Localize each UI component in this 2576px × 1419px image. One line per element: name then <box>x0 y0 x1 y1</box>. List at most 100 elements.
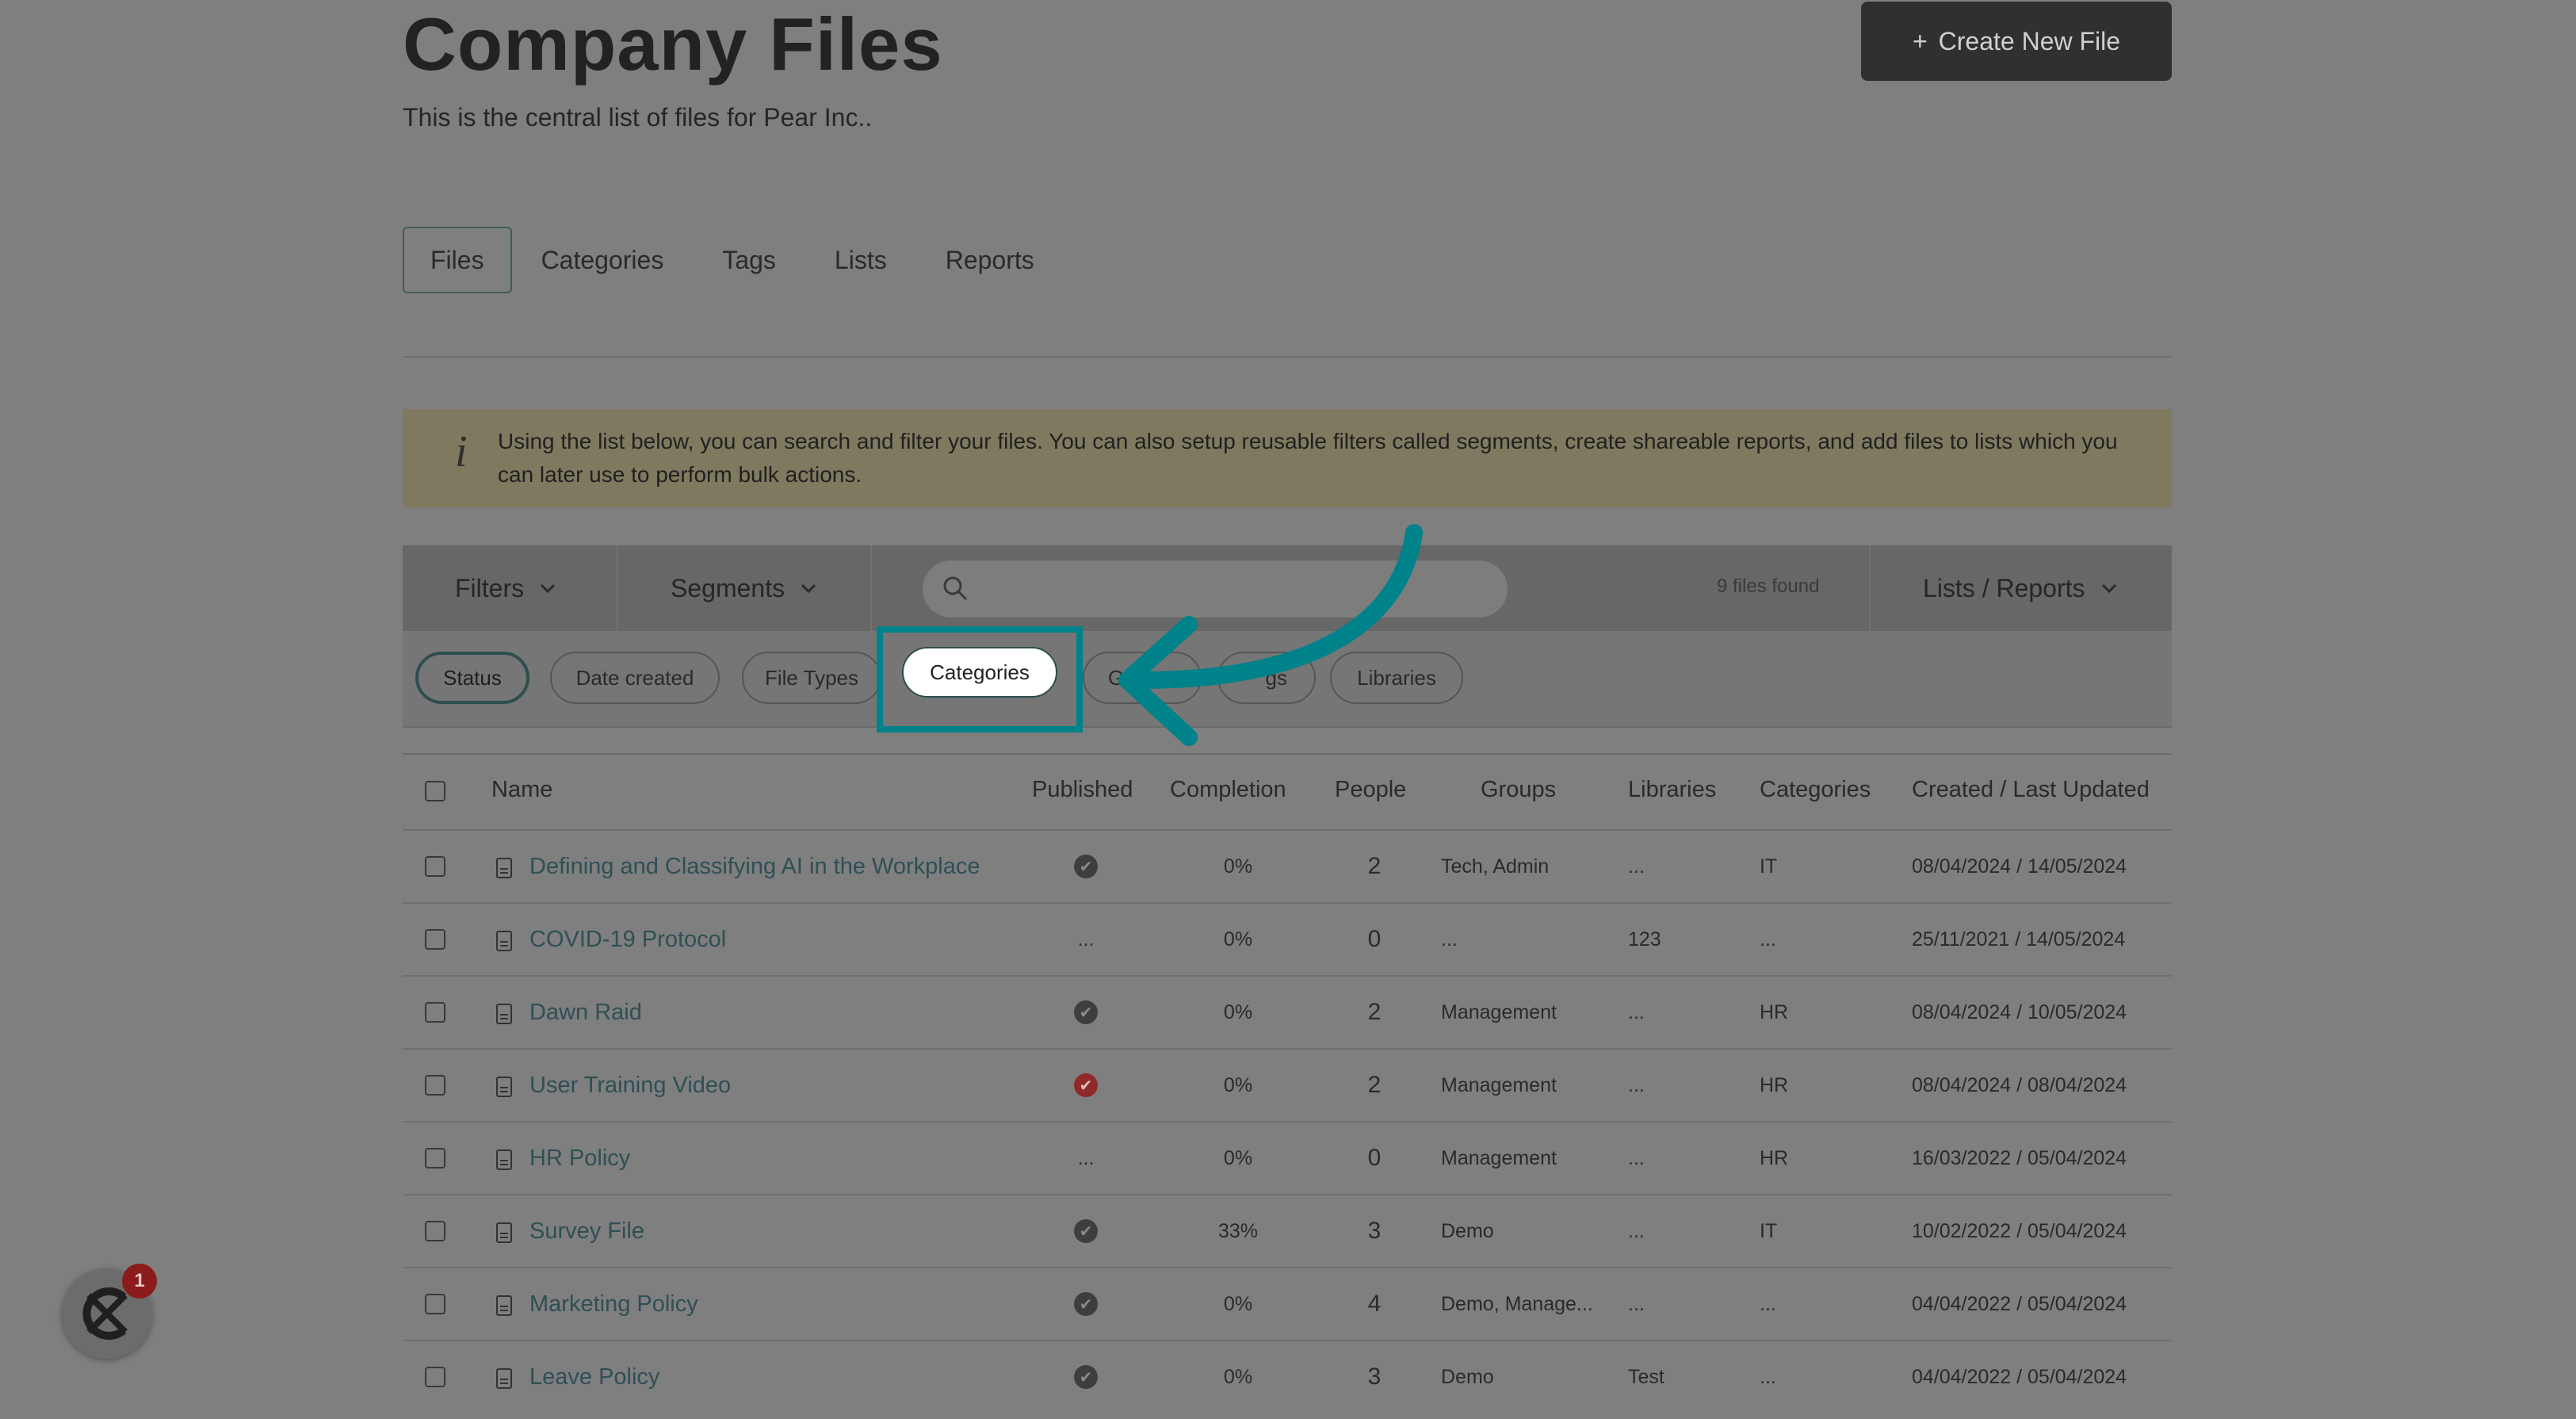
groups-value: ... <box>1441 928 1458 950</box>
completion-value: 0% <box>1223 928 1253 950</box>
completion-value: 0% <box>1223 1292 1253 1315</box>
file-icon <box>496 858 512 878</box>
people-count: 0 <box>1367 926 1382 952</box>
row-checkbox[interactable] <box>425 929 445 950</box>
categories-value: ... <box>1760 1365 1776 1388</box>
tab-bar: Files Categories Tags Lists Reports <box>403 227 1064 293</box>
published-value: ... <box>1077 1146 1095 1169</box>
file-name-link[interactable]: Defining and Classifying AI in the Workp… <box>529 831 980 902</box>
row-checkbox[interactable] <box>425 1075 445 1096</box>
categories-value: ... <box>1760 1292 1776 1315</box>
tab-categories[interactable]: Categories <box>512 227 694 293</box>
column-header-created-updated[interactable]: Created / Last Updated <box>1912 777 2150 803</box>
tab-lists[interactable]: Lists <box>805 227 916 293</box>
people-count: 0 <box>1367 1145 1382 1171</box>
segments-dropdown[interactable]: Segments <box>671 545 818 631</box>
row-checkbox[interactable] <box>425 1148 445 1168</box>
completion-value: 33% <box>1217 1219 1259 1242</box>
completion-value: 0% <box>1223 1000 1253 1023</box>
published-check-icon: ✔ <box>1074 855 1098 878</box>
chevron-down-icon <box>2101 583 2116 594</box>
file-name-link[interactable]: COVID-19 Protocol <box>529 904 726 975</box>
tab-files[interactable]: Files <box>403 227 512 293</box>
dates-value: 25/11/2021 / 14/05/2024 <box>1912 928 2126 950</box>
column-header-groups[interactable]: Groups <box>1481 777 1556 803</box>
files-found-count: 9 files found <box>1717 576 1820 597</box>
table-row[interactable]: Leave Policy ✔ 0% 3 Demo Test... 04/04/2022 / … <box>403 1340 2172 1413</box>
table-row[interactable]: HR Policy... 0% 0 Management... HR 16/03/2022… <box>403 1121 2172 1194</box>
published-check-icon: ✔ <box>1074 1365 1098 1389</box>
info-banner: i Using the list below, you can search a… <box>403 409 2172 507</box>
info-icon: i <box>455 427 468 476</box>
published-check-icon: ✔ <box>1074 1219 1098 1243</box>
dates-value: 08/04/2024 / 14/05/2024 <box>1912 855 2127 878</box>
file-name-link[interactable]: Dawn Raid <box>529 977 642 1048</box>
groups-value: Demo <box>1441 1365 1494 1388</box>
published-check-icon: ✔ <box>1074 1073 1098 1097</box>
chip-date-created[interactable]: Date created <box>550 652 720 704</box>
file-name-link[interactable]: User Training Video <box>529 1050 731 1121</box>
notification-badge: 1 <box>122 1264 157 1299</box>
column-header-published[interactable]: Published <box>1032 777 1133 803</box>
file-name-link[interactable]: Marketing Policy <box>529 1268 698 1340</box>
published-value: ... <box>1077 928 1095 950</box>
tab-reports[interactable]: Reports <box>916 227 1064 293</box>
filters-dropdown[interactable]: Filters <box>455 545 557 631</box>
libraries-value: Test <box>1628 1365 1664 1388</box>
lists-reports-label: Lists / Reports <box>1923 573 2085 602</box>
published-cell: ✔ <box>1067 1341 1105 1413</box>
file-name-link[interactable]: HR Policy <box>529 1123 630 1194</box>
published-cell: ✔ <box>1067 1050 1105 1121</box>
create-new-file-label: Create New File <box>1938 26 2121 55</box>
chip-status[interactable]: Status <box>415 652 529 704</box>
table-row[interactable]: Marketing Policy ✔ 0% 4 Demo, Manage........… <box>403 1267 2172 1340</box>
libraries-value: 123 <box>1628 928 1661 950</box>
dates-value: 10/02/2022 / 05/04/2024 <box>1912 1219 2127 1242</box>
people-count: 2 <box>1367 1072 1382 1098</box>
completion-value: 0% <box>1223 1365 1253 1388</box>
create-new-file-button[interactable]: + Create New File <box>1861 2 2172 81</box>
row-checkbox[interactable] <box>425 1002 445 1023</box>
dates-value: 04/04/2022 / 05/04/2024 <box>1912 1292 2127 1315</box>
column-header-categories[interactable]: Categories <box>1760 777 1871 803</box>
table-row[interactable]: COVID-19 Protocol... 0% 0... 123... 25/11/20… <box>403 902 2172 975</box>
column-header-completion[interactable]: Completion <box>1170 777 1286 803</box>
categories-value: HR <box>1760 1073 1789 1096</box>
table-row[interactable]: Defining and Classifying AI in the Workp… <box>403 829 2172 902</box>
segments-label: Segments <box>671 573 785 602</box>
highlight-box: Categories <box>877 626 1083 732</box>
libraries-value: ... <box>1628 1146 1645 1169</box>
completion-value: 0% <box>1223 1146 1253 1169</box>
table-row[interactable]: Survey File ✔ 33% 3 Demo... IT 10/02/2022 / 05… <box>403 1194 2172 1267</box>
published-cell: ✔ <box>1067 977 1105 1048</box>
people-count: 3 <box>1367 1218 1382 1244</box>
select-all-checkbox[interactable] <box>425 781 445 801</box>
column-header-people[interactable]: People <box>1335 777 1406 803</box>
toolbar-separator <box>617 545 618 631</box>
row-checkbox[interactable] <box>425 1294 445 1314</box>
column-header-name[interactable]: Name <box>491 777 552 803</box>
chip-file-types[interactable]: File Types <box>742 652 881 704</box>
annotation-arrow <box>1118 524 1423 746</box>
file-name-link[interactable]: Survey File <box>529 1195 644 1267</box>
table-row[interactable]: Dawn Raid ✔ 0% 2 Management... HR 08/04/2024 /… <box>403 975 2172 1048</box>
row-checkbox[interactable] <box>425 856 445 877</box>
chip-categories[interactable]: Categories <box>902 647 1057 698</box>
groups-value: Management <box>1441 1146 1557 1169</box>
people-count: 2 <box>1367 853 1382 879</box>
people-count: 4 <box>1367 1291 1382 1317</box>
tab-tags[interactable]: Tags <box>693 227 805 293</box>
file-icon <box>496 1295 512 1316</box>
row-checkbox[interactable] <box>425 1367 445 1387</box>
published-cell: ✔ <box>1067 1268 1105 1340</box>
people-count: 3 <box>1367 1364 1382 1390</box>
file-name-link[interactable]: Leave Policy <box>529 1341 659 1413</box>
column-header-libraries[interactable]: Libraries <box>1628 777 1716 803</box>
plus-icon: + <box>1912 26 1928 55</box>
groups-value: Tech, Admin <box>1441 855 1550 878</box>
published-check-icon: ✔ <box>1074 1292 1098 1316</box>
lists-reports-dropdown[interactable]: Lists / Reports <box>1923 545 2119 631</box>
table-row[interactable]: User Training Video ✔ 0% 2 Management... HR 08… <box>403 1048 2172 1121</box>
info-text: Using the list below, you can search and… <box>498 429 2118 487</box>
row-checkbox[interactable] <box>425 1221 445 1241</box>
